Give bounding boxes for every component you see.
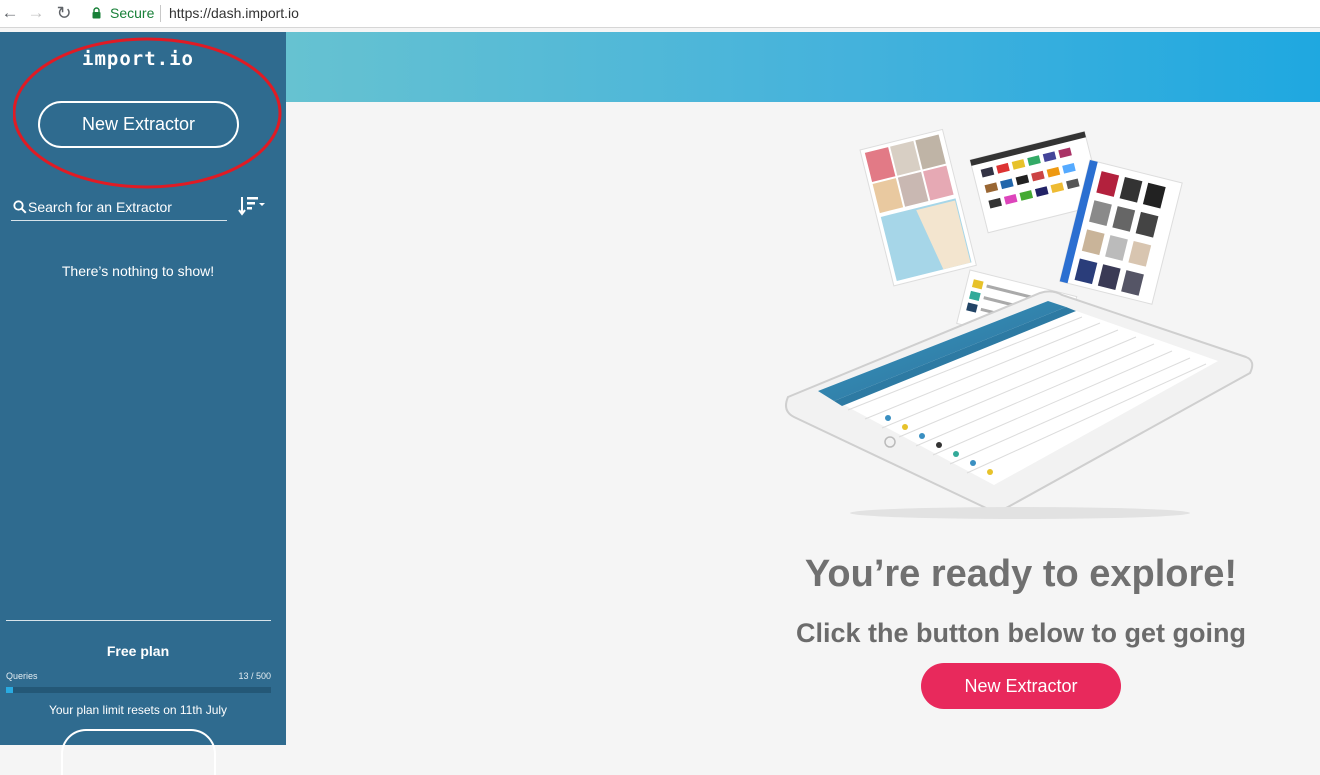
empty-state-message: There’s nothing to show!: [61, 263, 215, 279]
tablet-device: [785, 290, 1254, 512]
plan-title: Free plan: [106, 643, 170, 659]
queries-count: 13 / 500: [238, 671, 271, 681]
sidebar: import.io New Extractor There’s nothing …: [0, 32, 286, 775]
secure-label: Secure: [110, 5, 155, 21]
upgrade-button[interactable]: [61, 729, 216, 775]
main-header-banner: [286, 32, 1320, 102]
url-separator: [160, 5, 161, 22]
new-extractor-cta-button[interactable]: New Extractor: [921, 663, 1121, 709]
search-box: [11, 195, 227, 221]
new-extractor-button[interactable]: New Extractor: [38, 101, 239, 148]
queries-label: Queries: [6, 671, 38, 681]
search-input[interactable]: [28, 197, 223, 217]
page-headline: You’re ready to explore!: [804, 553, 1238, 595]
sort-icon[interactable]: [238, 194, 268, 218]
browser-toolbar: ← → ↻ Secure https://dash.import.io: [0, 0, 1320, 28]
forward-icon[interactable]: →: [26, 2, 46, 24]
sidebar-divider: [6, 620, 271, 621]
back-icon[interactable]: ←: [0, 2, 20, 24]
queries-progress-bar: [6, 687, 271, 693]
plan-reset-message: Your plan limit resets on 11th July: [48, 703, 228, 717]
address-bar[interactable]: https://dash.import.io: [169, 5, 299, 21]
queries-progress-fill: [6, 687, 13, 693]
page-subheading: Click the button below to get going: [796, 618, 1246, 648]
search-icon: [13, 200, 27, 214]
reload-icon[interactable]: ↻: [54, 2, 74, 24]
floating-card-photos: [859, 128, 977, 287]
lock-icon: [92, 7, 101, 19]
logo: import.io: [82, 48, 194, 70]
hero-illustration: [785, 128, 1254, 519]
